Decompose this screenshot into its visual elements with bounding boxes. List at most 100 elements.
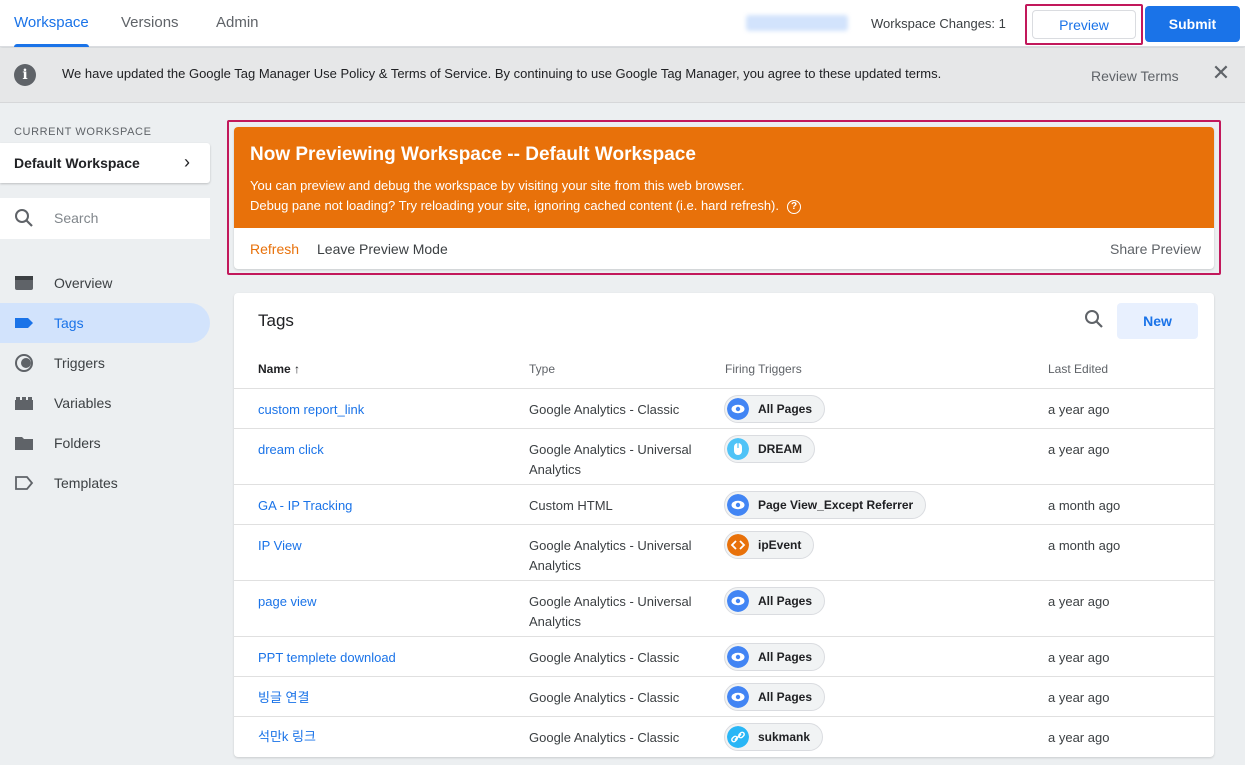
workspace-selector[interactable]: Default Workspace › <box>0 143 210 183</box>
preview-button[interactable]: Preview <box>1032 10 1136 39</box>
table-row: custom report_link Google Analytics - Cl… <box>234 388 1214 428</box>
notice-text: We have updated the Google Tag Manager U… <box>62 66 942 81</box>
template-icon <box>15 476 34 490</box>
trigger-chip-label: All Pages <box>758 402 813 416</box>
last-edited: a month ago <box>1048 538 1121 553</box>
policy-notice-bar: i We have updated the Google Tag Manager… <box>0 48 1245 103</box>
search-icon <box>15 209 33 227</box>
leave-preview-button[interactable]: Leave Preview Mode <box>317 241 448 257</box>
tag-name-link[interactable]: dream click <box>258 440 324 460</box>
column-header-edited[interactable]: Last Edited <box>1048 362 1108 376</box>
sidebar-item-folders[interactable]: Folders <box>0 423 210 463</box>
overview-icon <box>15 276 33 290</box>
share-preview-button[interactable]: Share Preview <box>1110 241 1201 257</box>
trigger-chip[interactable]: All Pages <box>724 587 826 615</box>
sidebar-item-templates[interactable]: Templates <box>0 463 210 503</box>
last-edited: a year ago <box>1048 690 1110 705</box>
sidebar-search[interactable]: Search <box>0 198 210 239</box>
pageview-icon <box>727 398 749 420</box>
sidebar-item-triggers[interactable]: Triggers <box>0 343 210 383</box>
trigger-chip[interactable]: ipEvent <box>724 531 815 559</box>
sidebar-item-variables[interactable]: Variables <box>0 383 210 423</box>
sidebar-item-label: Templates <box>54 475 118 491</box>
column-header-triggers[interactable]: Firing Triggers <box>725 362 802 376</box>
table-row: IP View Google Analytics - Universal Ana… <box>234 524 1214 580</box>
trigger-chip[interactable]: All Pages <box>724 643 826 671</box>
column-header-type[interactable]: Type <box>529 362 555 376</box>
tag-icon <box>15 318 33 328</box>
refresh-button[interactable]: Refresh <box>250 241 299 257</box>
sidebar-item-label: Folders <box>54 435 101 451</box>
trigger-chip[interactable]: Page View_Except Referrer <box>724 491 927 519</box>
preview-help-text: Debug pane not loading? Try reloading yo… <box>250 198 779 213</box>
tab-versions[interactable]: Versions <box>121 0 179 47</box>
trigger-chip[interactable]: All Pages <box>724 395 826 423</box>
close-icon[interactable]: ✕ <box>1209 62 1233 86</box>
trigger-chip[interactable]: sukmank <box>724 723 824 751</box>
tag-type: Google Analytics - Classic <box>529 690 680 705</box>
tab-workspace[interactable]: Workspace <box>14 0 89 47</box>
tag-type: Google Analytics - Universal Analytics <box>529 594 692 629</box>
top-bar: Workspace Versions Admin Workspace Chang… <box>0 0 1245 47</box>
tag-name-link[interactable]: custom report_link <box>258 400 364 420</box>
tag-type: Google Analytics - Classic <box>529 402 680 417</box>
workspace-changes: Workspace Changes: 1 <box>871 16 1006 31</box>
preview-header: Now Previewing Workspace -- Default Work… <box>234 127 1214 228</box>
sidebar-item-label: Triggers <box>54 355 105 371</box>
trigger-chip-label: All Pages <box>758 594 813 608</box>
last-edited: a year ago <box>1048 730 1110 745</box>
column-header-name[interactable]: Name ↑ <box>258 362 300 376</box>
sidebar-item-label: Overview <box>54 275 113 291</box>
tag-type: Google Analytics - Universal Analytics <box>529 538 692 573</box>
tag-name-link[interactable]: 빙글 연결 <box>258 688 309 708</box>
tag-name-link[interactable]: 석만k 링크 <box>258 727 316 747</box>
preview-title: Now Previewing Workspace -- Default Work… <box>250 144 696 165</box>
tag-name-link[interactable]: IP View <box>258 536 302 556</box>
trigger-chip-label: Page View_Except Referrer <box>758 498 914 512</box>
workspace-name: Default Workspace <box>14 155 140 171</box>
sidebar-item-tags[interactable]: Tags <box>0 303 210 343</box>
pageview-icon <box>727 494 749 516</box>
preview-panel: Now Previewing Workspace -- Default Work… <box>234 127 1214 269</box>
folder-icon <box>15 437 33 450</box>
table-row: 빙글 연결 Google Analytics - Classic All Pag… <box>234 676 1214 716</box>
tab-admin[interactable]: Admin <box>216 0 259 47</box>
last-edited: a year ago <box>1048 402 1110 417</box>
tag-type: Google Analytics - Classic <box>529 650 680 665</box>
table-row: page view Google Analytics - Universal A… <box>234 580 1214 636</box>
variables-icon <box>15 397 33 410</box>
tag-name-link[interactable]: page view <box>258 592 317 612</box>
preview-button-highlight: Preview <box>1025 4 1143 45</box>
trigger-chip[interactable]: DREAM <box>724 435 815 463</box>
new-tag-button[interactable]: New <box>1117 303 1198 339</box>
review-terms-link[interactable]: Review Terms <box>1091 48 1179 104</box>
trigger-chip-label: ipEvent <box>758 538 802 552</box>
last-edited: a month ago <box>1048 498 1121 513</box>
search-icon[interactable] <box>1084 309 1104 329</box>
sidebar-item-overview[interactable]: Overview <box>0 263 210 303</box>
trigger-chip-label: All Pages <box>758 690 813 704</box>
trigger-chip[interactable]: All Pages <box>724 683 826 711</box>
pageview-icon <box>727 590 749 612</box>
last-edited: a year ago <box>1048 442 1110 457</box>
help-icon[interactable]: ? <box>787 199 801 214</box>
search-input[interactable]: Search <box>54 198 98 239</box>
preview-help-line: Debug pane not loading? Try reloading yo… <box>250 198 801 214</box>
click-icon <box>727 438 749 460</box>
pageview-icon <box>727 686 749 708</box>
trigger-chip-label: DREAM <box>758 442 802 456</box>
tag-type: Google Analytics - Universal Analytics <box>529 442 692 477</box>
table-row: 석만k 링크 Google Analytics - Classic sukman… <box>234 716 1214 757</box>
link-click-icon <box>727 726 749 748</box>
tag-name-link[interactable]: GA - IP Tracking <box>258 496 352 516</box>
last-edited: a year ago <box>1048 650 1110 665</box>
sidebar-item-label: Tags <box>54 315 84 331</box>
sort-arrow-icon: ↑ <box>294 362 301 376</box>
tag-type: Custom HTML <box>529 498 613 513</box>
preview-description: You can preview and debug the workspace … <box>250 178 745 193</box>
container-id-redacted <box>746 15 848 31</box>
table-row: PPT templete download Google Analytics -… <box>234 636 1214 676</box>
tag-name-link[interactable]: PPT templete download <box>258 648 396 668</box>
submit-button[interactable]: Submit <box>1145 6 1240 42</box>
tag-type: Google Analytics - Classic <box>529 730 680 745</box>
